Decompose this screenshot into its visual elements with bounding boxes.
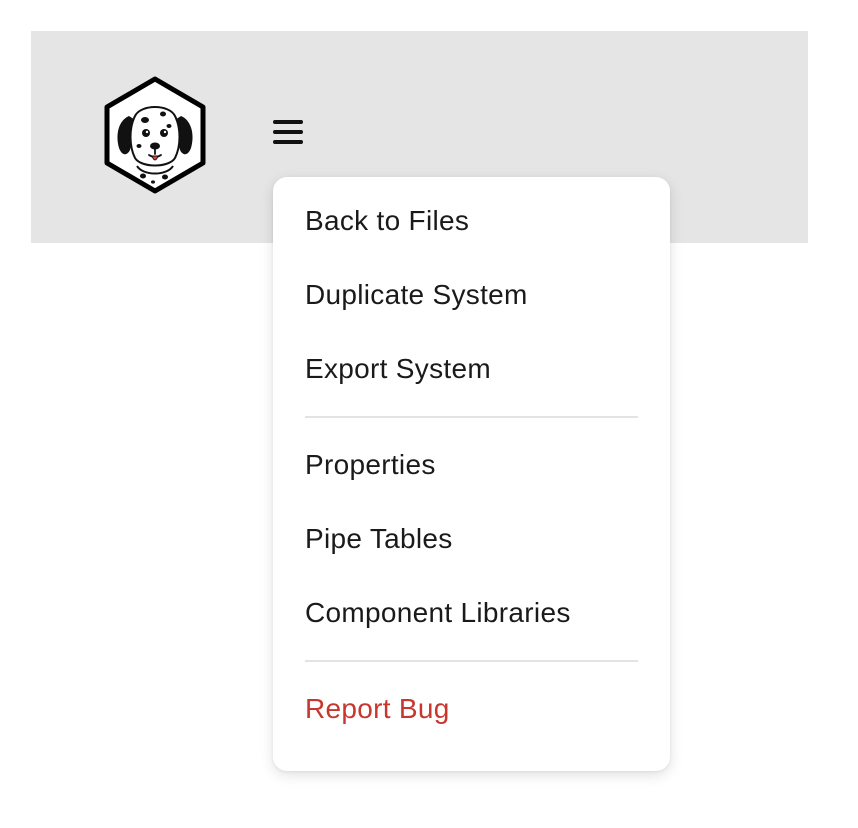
menu-divider: [305, 416, 638, 418]
menu-item-back-to-files[interactable]: Back to Files: [305, 197, 638, 245]
menu-item-component-libraries[interactable]: Component Libraries: [305, 589, 638, 637]
menu-item-export-system[interactable]: Export System: [305, 345, 638, 393]
menu-item-properties[interactable]: Properties: [305, 441, 638, 489]
dalmatian-logo-icon[interactable]: [103, 76, 207, 194]
app-root: Back to Files Duplicate System Export Sy…: [0, 0, 858, 828]
dropdown-menu: Back to Files Duplicate System Export Sy…: [273, 177, 670, 771]
hamburger-bar: [273, 140, 303, 144]
hamburger-bar: [273, 120, 303, 124]
hamburger-bar: [273, 130, 303, 134]
menu-item-duplicate-system[interactable]: Duplicate System: [305, 271, 638, 319]
menu-item-pipe-tables[interactable]: Pipe Tables: [305, 515, 638, 563]
menu-item-report-bug[interactable]: Report Bug: [305, 685, 638, 733]
hamburger-menu-icon[interactable]: [264, 112, 312, 152]
menu-divider: [305, 660, 638, 662]
